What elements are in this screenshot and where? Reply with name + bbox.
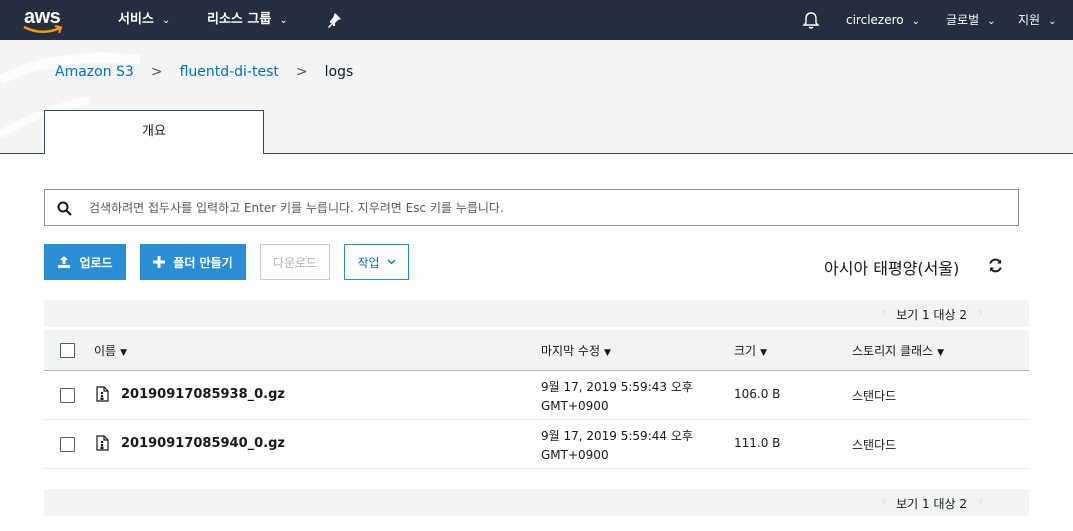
column-name-header[interactable]: 이름 ▼ xyxy=(94,342,127,359)
row-checkbox[interactable] xyxy=(60,437,75,452)
sort-down-icon: ▼ xyxy=(120,348,128,358)
pager-prev-button[interactable]: ‹ xyxy=(881,494,886,508)
actions-label: 작업 xyxy=(357,255,380,270)
column-modified-header[interactable]: 마지막 수정 ▼ xyxy=(541,342,611,359)
create-folder-button[interactable]: 폴더 만들기 xyxy=(140,244,246,280)
actions-dropdown[interactable]: 작업 xyxy=(344,244,409,280)
last-modified: 9월 17, 2019 5:59:44 오후 GMT+0900 xyxy=(541,427,711,465)
last-modified-date: 9월 17, 2019 5:59:43 오후 xyxy=(541,380,693,394)
services-menu[interactable]: 서비스 ⌄ xyxy=(118,0,170,40)
support-menu[interactable]: 지원 ⌄ xyxy=(1018,0,1056,40)
table-row[interactable]: 20190917085940_0.gz 9월 17, 2019 5:59:44 … xyxy=(44,420,1029,469)
file-size: 111.0 B xyxy=(734,436,781,450)
account-label: circlezero xyxy=(846,13,904,27)
aws-logo[interactable]: aws xyxy=(22,4,66,36)
search-input[interactable] xyxy=(89,190,1009,225)
last-modified-date: 9월 17, 2019 5:59:44 오후 xyxy=(541,429,693,443)
column-storage-class-label: 스토리지 클래스 xyxy=(852,344,934,358)
breadcrumb-bucket-link[interactable]: fluentd-di-test xyxy=(180,64,279,80)
services-label: 서비스 xyxy=(118,12,154,27)
chevron-down-icon: ⌄ xyxy=(1048,16,1057,27)
chevron-down-icon xyxy=(387,259,396,265)
search-icon xyxy=(57,201,72,216)
column-size-label: 크기 xyxy=(734,344,757,358)
sort-down-icon: ▼ xyxy=(760,348,768,358)
plus-icon xyxy=(153,256,166,268)
file-size: 106.0 B xyxy=(734,387,781,401)
pager-top: ‹ 보기 1 대상 2 › xyxy=(44,300,1029,327)
search-box xyxy=(44,189,1019,226)
download-label: 다운로드 xyxy=(272,255,318,270)
last-modified-timezone: GMT+0900 xyxy=(541,448,609,462)
chevron-down-icon: ⌄ xyxy=(911,16,920,27)
last-modified-timezone: GMT+0900 xyxy=(541,399,609,413)
table-header: 이름 ▼ 마지막 수정 ▼ 크기 ▼ 스토리지 클래스 ▼ xyxy=(44,330,1029,371)
column-modified-label: 마지막 수정 xyxy=(541,344,601,358)
pager-text: 보기 1 대상 2 xyxy=(896,497,967,511)
download-button[interactable]: 다운로드 xyxy=(260,244,330,280)
pager-prev-button[interactable]: ‹ xyxy=(881,305,886,319)
breadcrumb-s3-link[interactable]: Amazon S3 xyxy=(55,64,134,80)
aws-smile-icon xyxy=(23,25,63,34)
refresh-icon[interactable] xyxy=(987,257,1004,274)
resource-groups-menu[interactable]: 리소스 그룹 ⌄ xyxy=(207,0,288,40)
support-label: 지원 xyxy=(1018,13,1041,27)
table-row[interactable]: 20190917085938_0.gz 9월 17, 2019 5:59:43 … xyxy=(44,371,1029,420)
file-name-link[interactable]: 20190917085940_0.gz xyxy=(121,436,285,451)
region-menu[interactable]: 글로벌 ⌄ xyxy=(946,0,996,40)
upload-label: 업로드 xyxy=(79,255,113,270)
breadcrumb: Amazon S3 > fluentd-di-test > logs xyxy=(55,64,353,80)
last-modified: 9월 17, 2019 5:59:43 오후 GMT+0900 xyxy=(541,378,711,416)
file-icon xyxy=(96,435,109,451)
row-checkbox[interactable] xyxy=(60,388,75,403)
pin-icon[interactable] xyxy=(326,12,342,28)
pager-next-button[interactable]: › xyxy=(978,305,983,319)
storage-class: 스탠다드 xyxy=(852,438,897,452)
tab-overview[interactable]: 개요 xyxy=(44,110,264,154)
column-storage-class-header[interactable]: 스토리지 클래스 ▼ xyxy=(852,342,944,359)
chevron-down-icon: ⌄ xyxy=(161,15,171,26)
breadcrumb-current: logs xyxy=(324,64,354,80)
sort-down-icon: ▼ xyxy=(937,348,945,358)
region-label: 아시아 태평양(서울) xyxy=(824,259,960,278)
upload-button[interactable]: 업로드 xyxy=(44,244,126,280)
region-menu-label: 글로벌 xyxy=(946,13,980,27)
select-all-checkbox[interactable] xyxy=(60,343,75,358)
column-name-label: 이름 xyxy=(94,344,117,358)
chevron-down-icon: ⌄ xyxy=(987,16,996,27)
upload-icon xyxy=(57,255,71,269)
top-nav: aws 서비스 ⌄ 리소스 그룹 ⌄ circlezero ⌄ 글로벌 ⌄ 지원 ⌄ xyxy=(0,0,1073,40)
file-icon xyxy=(96,386,109,402)
breadcrumb-separator: > xyxy=(295,64,308,80)
sort-down-icon: ▼ xyxy=(604,348,611,358)
storage-class: 스탠다드 xyxy=(852,389,897,403)
create-folder-label: 폴더 만들기 xyxy=(173,255,233,270)
column-size-header[interactable]: 크기 ▼ xyxy=(734,342,767,359)
pager-bottom: ‹ 보기 1 대상 2 › xyxy=(44,489,1029,516)
bell-icon[interactable] xyxy=(802,11,820,30)
tab-overview-label: 개요 xyxy=(142,124,166,139)
resource-groups-label: 리소스 그룹 xyxy=(207,12,272,27)
pager-next-button[interactable]: › xyxy=(978,494,983,508)
pager-text: 보기 1 대상 2 xyxy=(896,308,967,322)
chevron-down-icon: ⌄ xyxy=(279,15,288,26)
file-name-link[interactable]: 20190917085938_0.gz xyxy=(121,387,285,402)
breadcrumb-separator: > xyxy=(150,64,163,80)
account-menu[interactable]: circlezero ⌄ xyxy=(846,0,920,40)
